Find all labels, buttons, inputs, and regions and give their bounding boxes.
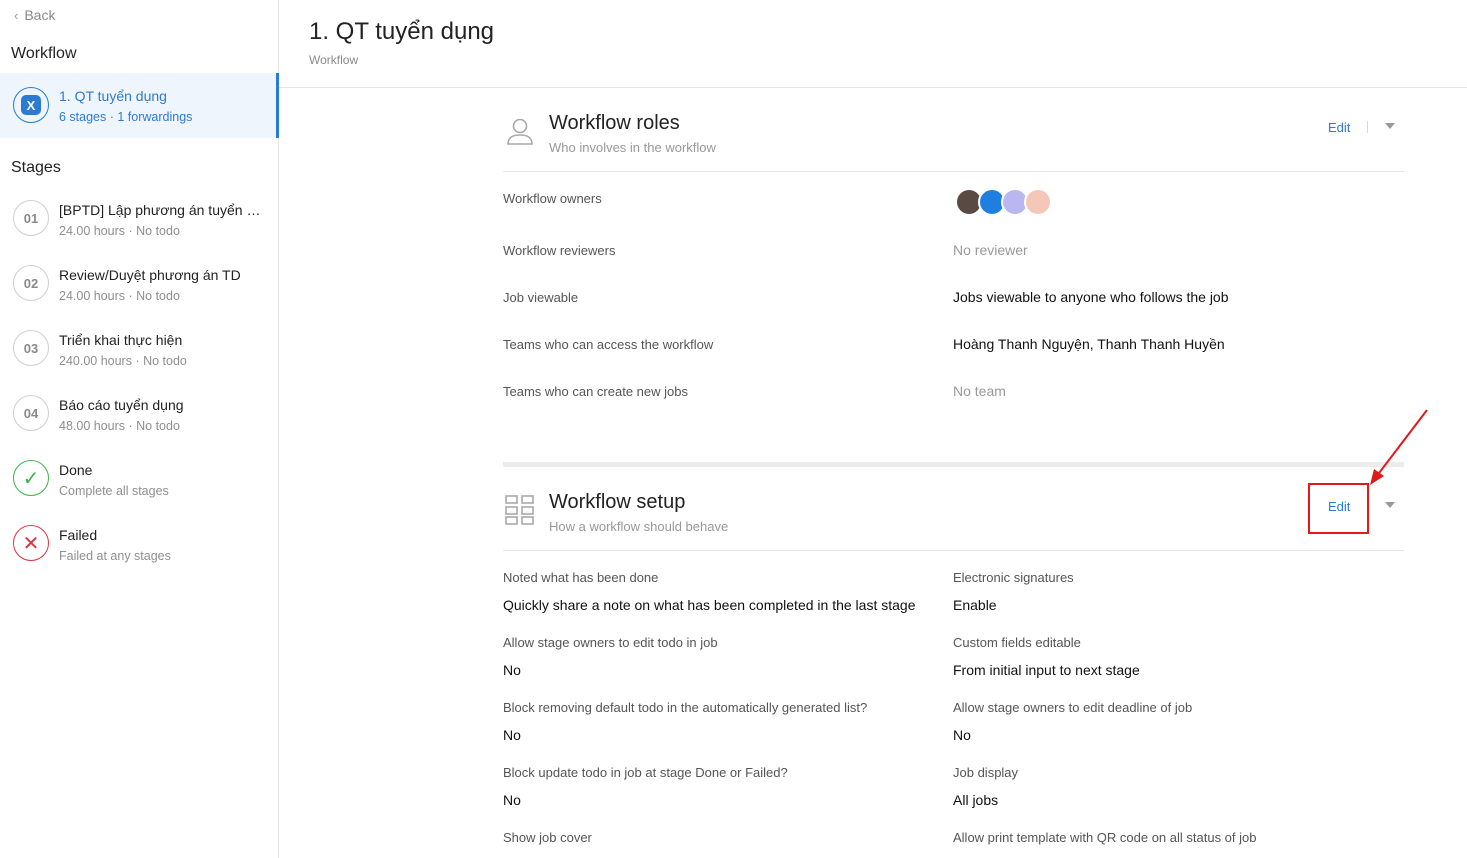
stage-title: Done xyxy=(59,462,93,478)
row-label: Workflow reviewers xyxy=(503,243,616,258)
user-icon xyxy=(507,118,533,145)
stage-meta: 48.00 hours · No todo xyxy=(59,419,180,433)
stage-title: Báo cáo tuyển dụng xyxy=(59,397,184,413)
stage-number: 04 xyxy=(13,395,49,431)
back-link[interactable]: ‹ Back xyxy=(14,7,55,23)
stage-title: Review/Duyệt phương án TD xyxy=(59,267,241,283)
setting-value: All jobs xyxy=(953,792,999,808)
setting-label: Noted what has been done xyxy=(503,570,659,585)
setting-value: No xyxy=(503,662,521,678)
stage-item-failed[interactable]: ✕ Failed Failed at any stages xyxy=(0,525,279,585)
stage-item[interactable]: 01 [BPTD] Lập phương án tuyển dụng 24.00… xyxy=(0,200,279,260)
row-value: Hoàng Thanh Nguyện, Thanh Thanh Huyền xyxy=(953,336,1225,352)
setting-label: Electronic signatures xyxy=(953,570,1074,585)
stage-item[interactable]: 04 Báo cáo tuyển dụng 48.00 hours · No t… xyxy=(0,395,279,455)
roles-title: Workflow roles xyxy=(549,112,680,134)
setting-value: Enable xyxy=(953,597,997,613)
sidebar: ‹ Back Workflow X 1. QT tuyển dụng 6 sta… xyxy=(0,0,279,858)
stage-title: Failed xyxy=(59,527,98,543)
annotation-highlight-box xyxy=(1308,483,1369,534)
workflow-roles-header: Workflow roles Who involves in the workf… xyxy=(503,112,1404,172)
close-icon: ✕ xyxy=(13,525,49,561)
workflow-setup-header: Workflow setup How a workflow should beh… xyxy=(503,491,1404,551)
setting-label: Block update todo in job at stage Done o… xyxy=(503,765,788,780)
setting-label: Allow stage owners to edit todo in job xyxy=(503,635,718,650)
grid-icon xyxy=(505,495,534,525)
roles-edit-button[interactable]: Edit xyxy=(1328,120,1350,135)
divider xyxy=(503,171,1404,172)
stage-meta: 24.00 hours · No todo xyxy=(59,289,180,303)
setting-value: No xyxy=(503,792,521,808)
setting-label: Allow print template with QR code on all… xyxy=(953,830,1257,845)
row-value: Jobs viewable to anyone who follows the … xyxy=(953,289,1229,305)
stage-title: [BPTD] Lập phương án tuyển dụng xyxy=(59,202,264,218)
setting-label: Block removing default todo in the autom… xyxy=(503,700,868,715)
stage-item[interactable]: 02 Review/Duyệt phương án TD 24.00 hours… xyxy=(0,265,279,325)
chevron-down-icon[interactable] xyxy=(1385,502,1395,508)
header-divider xyxy=(279,87,1467,88)
stage-item[interactable]: 03 Triển khai thực hiện 240.00 hours · N… xyxy=(0,330,279,390)
chevron-down-icon[interactable] xyxy=(1385,123,1395,129)
setting-label: Custom fields editable xyxy=(953,635,1081,650)
workflow-item[interactable]: X 1. QT tuyển dụng 6 stages · 1 forwardi… xyxy=(0,73,279,138)
avatar[interactable] xyxy=(1024,188,1052,216)
owner-avatars xyxy=(955,188,1055,218)
separator xyxy=(1367,121,1368,133)
section-divider xyxy=(503,462,1404,467)
workflow-item-title: 1. QT tuyển dụng xyxy=(59,88,167,104)
setting-label: Job display xyxy=(953,765,1019,780)
stage-meta: 240.00 hours · No todo xyxy=(59,354,187,368)
stage-number: 03 xyxy=(13,330,49,366)
breadcrumb: Workflow xyxy=(309,53,359,67)
row-label: Workflow owners xyxy=(503,191,602,206)
setting-label: Allow stage owners to edit deadline of j… xyxy=(953,700,1193,715)
back-label: Back xyxy=(24,7,56,23)
stage-meta: Failed at any stages xyxy=(59,549,171,563)
stage-number: 01 xyxy=(13,200,49,236)
stage-item-done[interactable]: ✓ Done Complete all stages xyxy=(0,460,279,520)
setting-value: No xyxy=(953,727,971,743)
annotation-arrow-icon xyxy=(1370,409,1428,485)
page-title: 1. QT tuyển dụng xyxy=(309,18,495,45)
row-value: No reviewer xyxy=(953,242,1028,258)
workflow-logo-icon: X xyxy=(13,87,49,123)
roles-subtitle: Who involves in the workflow xyxy=(549,140,716,155)
row-value: No team xyxy=(953,383,1006,399)
setting-value: From initial input to next stage xyxy=(953,662,1140,678)
divider xyxy=(503,550,1404,551)
workflow-item-subtitle: 6 stages · 1 forwardings xyxy=(59,110,193,124)
setup-subtitle: How a workflow should behave xyxy=(549,519,729,534)
stage-meta: 24.00 hours · No todo xyxy=(59,224,180,238)
row-label: Teams who can access the workflow xyxy=(503,337,714,352)
setting-value: No xyxy=(503,727,521,743)
row-label: Job viewable xyxy=(503,290,579,305)
chevron-left-icon: ‹ xyxy=(14,7,19,23)
setting-label: Show job cover xyxy=(503,830,592,845)
check-icon: ✓ xyxy=(13,460,49,496)
stage-title: Triển khai thực hiện xyxy=(59,332,183,348)
setup-title: Workflow setup xyxy=(549,491,686,513)
stage-meta: Complete all stages xyxy=(59,484,169,498)
setting-value: Quickly share a note on what has been co… xyxy=(503,597,916,613)
row-label: Teams who can create new jobs xyxy=(503,384,688,399)
workflow-heading: Workflow xyxy=(11,45,77,62)
stage-number: 02 xyxy=(13,265,49,301)
stages-heading: Stages xyxy=(11,159,61,176)
